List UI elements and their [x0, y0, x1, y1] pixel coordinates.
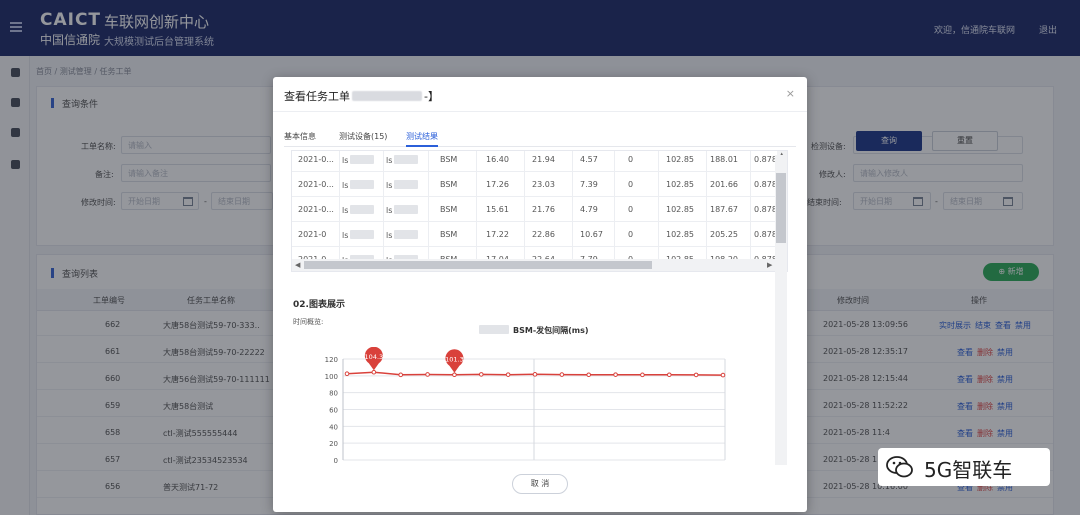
- results-cell: BSM: [440, 155, 458, 164]
- modal-tabs: 基本信息 测试设备(15) 测试结果: [284, 131, 796, 147]
- tab-test-devices[interactable]: 测试设备(15): [339, 131, 387, 142]
- results-cell: 17.22: [486, 230, 509, 239]
- data-point[interactable]: [371, 369, 377, 375]
- results-cell: ls: [342, 180, 375, 190]
- data-point[interactable]: [693, 372, 699, 378]
- chart-title: BSM-发包间隔(ms): [479, 325, 589, 336]
- results-row: 2021-0 ls ls BSM 17.22 22.86 10.67 0 102.85 205.2…: [292, 222, 778, 247]
- data-point[interactable]: [666, 372, 672, 378]
- results-cell: 0.878: [754, 155, 777, 164]
- results-cell: 0.878: [754, 230, 777, 239]
- results-cell: ls: [386, 155, 419, 165]
- results-cell: 2021-0: [298, 230, 327, 239]
- y-tick-label: 20: [329, 440, 338, 448]
- watermark-text: 5G智联车: [924, 458, 1013, 482]
- results-cell: 22.86: [532, 230, 555, 239]
- results-cell: 2021-0...: [298, 155, 334, 164]
- data-point[interactable]: [613, 372, 618, 377]
- results-cell: 2021-0...: [298, 205, 334, 214]
- table-horizontal-scrollbar[interactable]: ◀ ▶: [292, 259, 778, 271]
- results-cell: 7.39: [580, 180, 598, 189]
- results-cell: 4.57: [580, 155, 598, 164]
- data-point[interactable]: [425, 372, 430, 377]
- results-table: 2021-0... ls ls BSM 16.40 21.94 4.57 0 102.85 188…: [291, 150, 788, 272]
- marker-label: 104.3: [365, 353, 384, 361]
- results-row: 2021-0... ls ls BSM 17.26 23.03 7.39 0 102.85 201…: [292, 172, 778, 197]
- data-point[interactable]: [478, 372, 484, 377]
- data-point[interactable]: [532, 372, 538, 377]
- data-point[interactable]: [344, 371, 350, 377]
- results-cell: 102.85: [666, 180, 694, 189]
- results-cell: BSM: [440, 205, 458, 214]
- results-cell: ls: [386, 180, 419, 190]
- y-tick-label: 0: [334, 457, 338, 465]
- cancel-button[interactable]: 取 消: [512, 474, 568, 494]
- results-cell: ls: [342, 230, 375, 240]
- data-point[interactable]: [505, 372, 511, 377]
- results-cell: ls: [342, 155, 375, 165]
- results-cell: 15.61: [486, 205, 509, 214]
- data-point[interactable]: [720, 372, 726, 378]
- scrollbar-thumb[interactable]: [776, 173, 786, 243]
- results-cell: 21.76: [532, 205, 555, 214]
- data-point[interactable]: [452, 372, 457, 378]
- results-cell: 17.26: [486, 180, 509, 189]
- results-cell: 21.94: [532, 155, 555, 164]
- tab-basic-info[interactable]: 基本信息: [284, 131, 316, 142]
- results-cell: 0: [628, 230, 634, 239]
- results-cell: 23.03: [532, 180, 555, 189]
- y-tick-label: 100: [325, 373, 338, 381]
- results-cell: 0: [628, 155, 634, 164]
- y-tick-label: 80: [329, 390, 338, 398]
- modal-title: 查看任务工单 -】: [284, 90, 439, 103]
- modal-vertical-scrollbar[interactable]: [775, 155, 787, 465]
- results-row: 2021-0... ls ls BSM 15.61 21.76 4.79 0 102.85 187…: [292, 197, 778, 222]
- chart-section-title: 02.图表展示: [293, 300, 345, 310]
- tab-test-results[interactable]: 测试结果: [406, 131, 438, 142]
- results-cell: 102.85: [666, 230, 694, 239]
- results-cell: 188.01: [710, 155, 738, 164]
- results-cell: ls: [342, 205, 375, 215]
- marker-label: 101.3: [445, 356, 464, 364]
- results-cell: ls: [386, 205, 419, 215]
- time-overview-label: 时间概览:: [293, 318, 324, 326]
- results-cell: 4.79: [580, 205, 598, 214]
- results-cell: 187.67: [710, 205, 738, 214]
- results-cell: 10.67: [580, 230, 603, 239]
- wechat-logo-icon: [886, 456, 913, 478]
- y-tick-label: 60: [329, 407, 338, 415]
- interval-line-chart: 0 20 40 60 80 100 120 104.3 101.3: [325, 347, 726, 465]
- results-cell: 16.40: [486, 155, 509, 164]
- results-cell: 205.25: [710, 230, 738, 239]
- results-cell: BSM: [440, 230, 458, 239]
- y-tick-label: 40: [329, 423, 338, 431]
- results-cell: 0: [628, 205, 634, 214]
- results-cell: 0: [628, 180, 634, 189]
- results-cell: ls: [386, 230, 419, 240]
- data-point[interactable]: [398, 372, 404, 378]
- task-detail-modal: 查看任务工单 -】 × 基本信息 测试设备(15) 测试结果 2021-0... l…: [273, 77, 807, 512]
- results-cell: BSM: [440, 180, 458, 189]
- data-point[interactable]: [586, 372, 592, 378]
- scrollbar-thumb[interactable]: [304, 261, 652, 269]
- y-tick-label: 120: [325, 356, 338, 364]
- close-icon[interactable]: ×: [786, 87, 795, 100]
- data-point[interactable]: [559, 372, 565, 377]
- results-cell: 0.878: [754, 180, 777, 189]
- data-point[interactable]: [640, 372, 645, 378]
- watermark: 5G智联车: [878, 448, 1050, 486]
- results-cell: 0.878: [754, 205, 777, 214]
- results-row: 2021-0... ls ls BSM 16.40 21.94 4.57 0 102.85 188…: [292, 151, 778, 172]
- results-cell: 102.85: [666, 155, 694, 164]
- results-cell: 2021-0...: [298, 180, 334, 189]
- results-cell: 201.66: [710, 180, 738, 189]
- results-cell: 102.85: [666, 205, 694, 214]
